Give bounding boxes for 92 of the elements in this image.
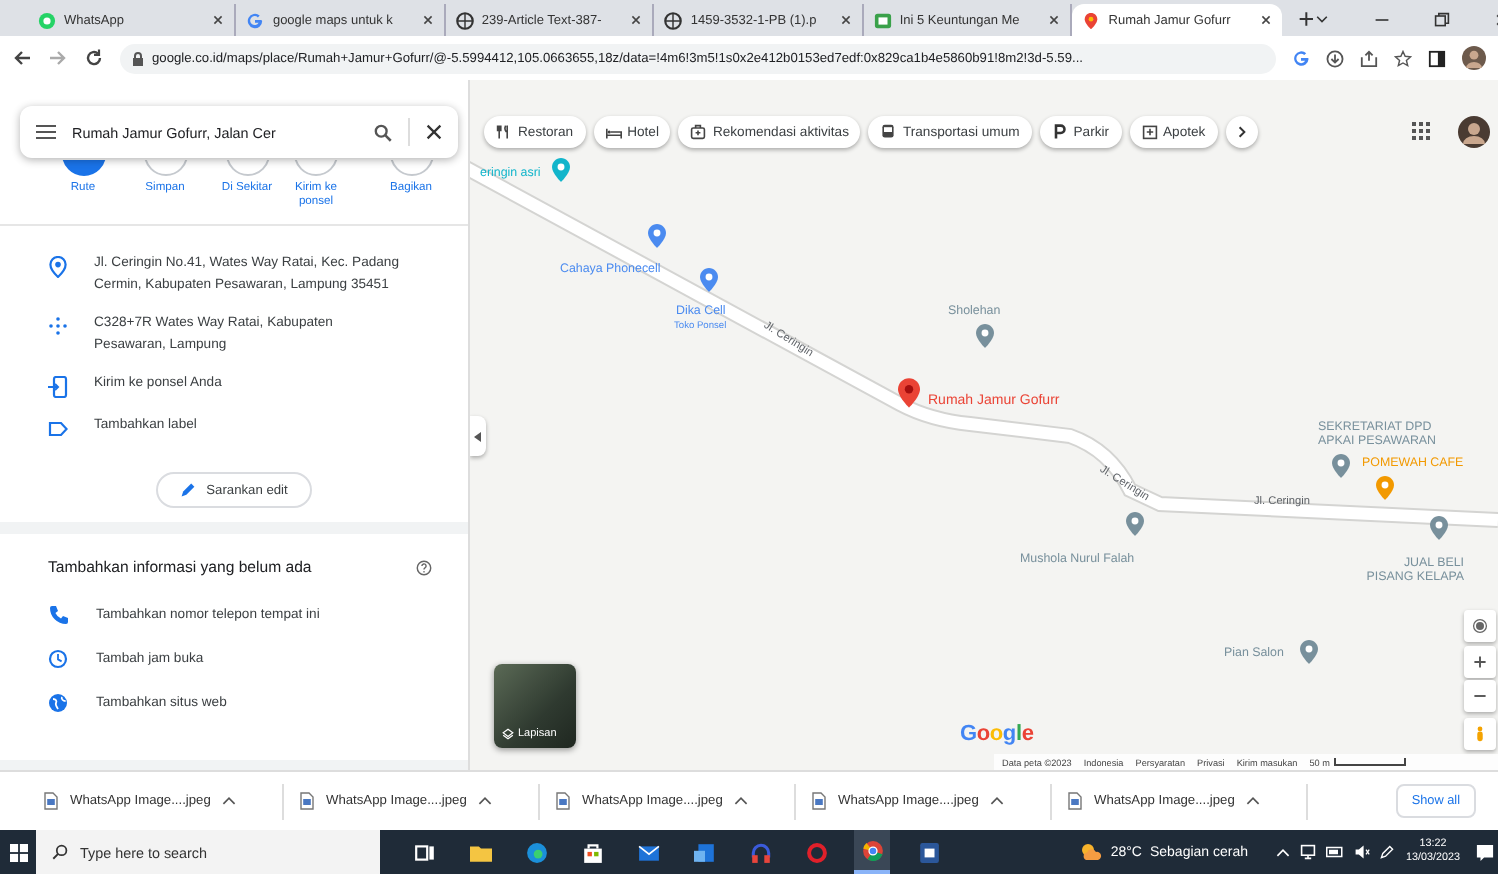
- map-pin-icon[interactable]: [648, 224, 666, 248]
- share-icon[interactable]: [1360, 49, 1378, 67]
- headphones-icon[interactable]: [749, 841, 771, 863]
- globe-icon: [664, 11, 683, 29]
- label-icon: [48, 418, 68, 440]
- map-pin-icon[interactable]: [1332, 454, 1350, 478]
- close-icon[interactable]: [1259, 14, 1272, 26]
- search-icon: [52, 844, 68, 860]
- folder-icon[interactable]: [469, 841, 491, 863]
- caret-left-icon: [474, 431, 482, 441]
- map-pin-icon[interactable]: [1430, 516, 1448, 540]
- apps-grid-icon[interactable]: [1412, 122, 1430, 140]
- windows-icon[interactable]: [9, 843, 27, 861]
- task-view-icon[interactable]: [413, 841, 435, 863]
- close-icon[interactable]: [426, 124, 442, 140]
- network-icon[interactable]: [1300, 844, 1317, 860]
- map-pin-icon[interactable]: [700, 268, 718, 292]
- browser-icon[interactable]: [525, 841, 547, 863]
- caret-up-icon[interactable]: [1246, 796, 1261, 806]
- fork-knife-icon: [496, 124, 512, 140]
- plus-icon: [1472, 654, 1488, 670]
- shopping-bag-icon[interactable]: [581, 841, 603, 863]
- download-icon[interactable]: [1326, 49, 1344, 67]
- caret-up-icon[interactable]: [990, 796, 1005, 806]
- layers-icon: [502, 728, 514, 740]
- bed-icon: [605, 124, 622, 140]
- map-pin-icon: [1082, 11, 1101, 29]
- document-icon[interactable]: [693, 841, 715, 863]
- briefcase-icon: [690, 124, 707, 140]
- more-chips-button[interactable]: [1225, 116, 1258, 148]
- chat-icon: [38, 11, 56, 29]
- reload-icon[interactable]: [84, 48, 104, 68]
- image-file-icon: [1068, 792, 1082, 810]
- lock-icon: [132, 51, 144, 65]
- image-file-icon: [812, 792, 826, 810]
- sun-cloud-icon: [1080, 842, 1103, 862]
- locate-icon: [1472, 618, 1488, 634]
- phone-icon: [48, 604, 68, 626]
- locate-button[interactable]: [1464, 610, 1496, 642]
- browser-icon[interactable]: [861, 839, 883, 861]
- pharmacy-icon: [1141, 124, 1158, 140]
- send-to-phone-icon: [48, 376, 68, 398]
- globe-icon: [48, 692, 68, 714]
- caret-up-icon[interactable]: [734, 796, 749, 806]
- restore-icon[interactable]: [1434, 12, 1450, 28]
- close-icon[interactable]: [839, 14, 852, 26]
- g-logo-icon: [246, 11, 265, 29]
- avatar-icon[interactable]: [1458, 116, 1490, 148]
- close-icon[interactable]: [1048, 14, 1061, 26]
- mail-icon[interactable]: [637, 841, 659, 863]
- chevron-down-icon[interactable]: [1314, 12, 1330, 28]
- google-icon[interactable]: [1292, 49, 1310, 67]
- menu-icon[interactable]: [36, 124, 56, 140]
- location-pin-icon: [48, 256, 68, 278]
- image-file-icon: [44, 792, 58, 810]
- collapse-panel-button[interactable]: [470, 416, 486, 456]
- new-tab-icon[interactable]: [1297, 10, 1314, 28]
- battery-icon[interactable]: [1326, 846, 1345, 858]
- chevron-right-icon: [1235, 126, 1248, 138]
- globe-icon: [455, 11, 474, 29]
- bus-icon: [880, 124, 897, 140]
- speaker-icon[interactable]: [1354, 844, 1371, 860]
- caret-up-icon[interactable]: [478, 796, 493, 806]
- scale-bar-icon: [1333, 758, 1406, 766]
- search-icon[interactable]: [374, 123, 392, 141]
- image-file-icon: [300, 792, 314, 810]
- help-icon[interactable]: [416, 559, 432, 575]
- news-icon: [873, 11, 892, 29]
- parking-icon: [1051, 124, 1068, 140]
- close-icon[interactable]: [630, 14, 643, 26]
- dots-icon: [48, 316, 68, 338]
- zoom-in-button[interactable]: [1464, 646, 1496, 678]
- image-file-icon: [556, 792, 570, 810]
- star-icon[interactable]: [1394, 49, 1412, 67]
- map-pin-icon[interactable]: [976, 324, 994, 348]
- pencil-icon: [180, 482, 197, 498]
- clock-icon: [48, 648, 68, 670]
- pen-icon[interactable]: [1380, 844, 1395, 860]
- word-processor-icon[interactable]: [917, 841, 939, 863]
- selected-pin-icon[interactable]: [898, 378, 920, 408]
- map-pin-icon[interactable]: [1300, 640, 1318, 664]
- pegman-icon: [1472, 726, 1488, 742]
- close-icon[interactable]: [421, 14, 434, 26]
- notification-icon[interactable]: [1476, 843, 1494, 861]
- ring-icon[interactable]: [805, 841, 827, 863]
- avatar-icon[interactable]: [1462, 46, 1486, 70]
- close-icon[interactable]: [212, 14, 225, 26]
- back-icon[interactable]: [12, 48, 32, 68]
- caret-up-icon[interactable]: [222, 796, 237, 806]
- sidebar-icon[interactable]: [1428, 49, 1446, 67]
- google-logo: Google: [960, 722, 1034, 746]
- map-pin-icon[interactable]: [1126, 512, 1144, 536]
